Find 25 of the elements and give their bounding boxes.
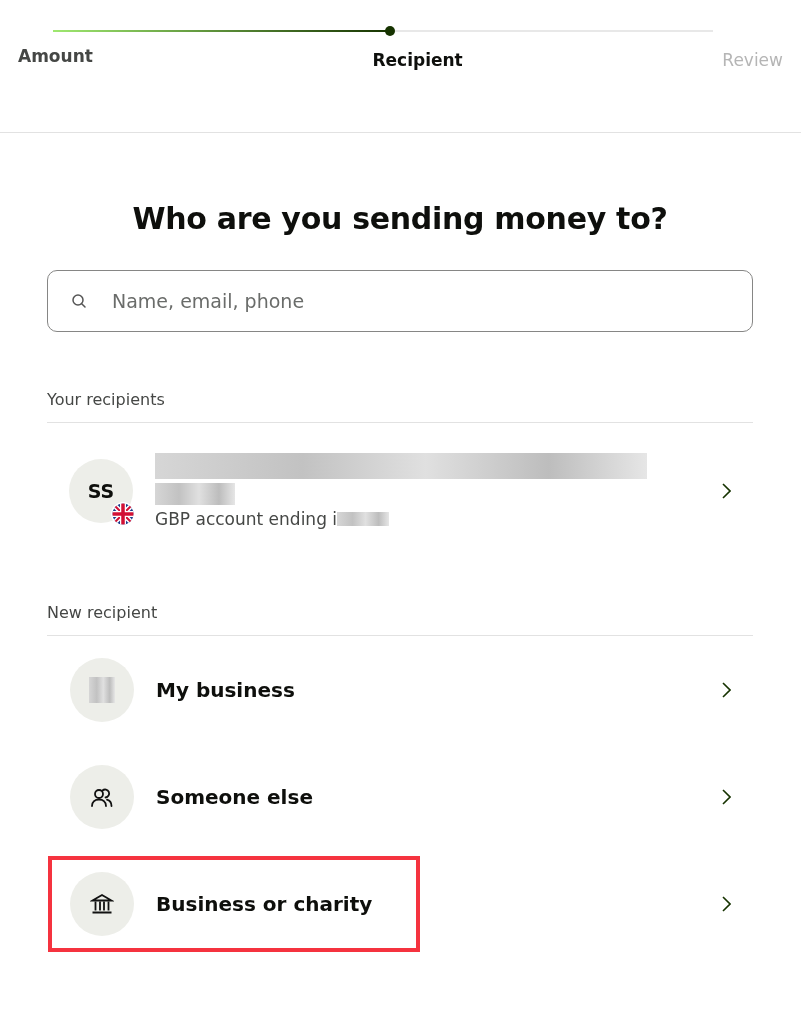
section-heading: New recipient bbox=[47, 603, 159, 624]
option-row[interactable]: My business bbox=[48, 641, 420, 738]
chevron-icon bbox=[721, 483, 731, 499]
chevron-icon bbox=[721, 681, 731, 698]
recipient-row[interactable]: SS GBP account ending i bbox=[47, 453, 753, 529]
bank-icon bbox=[90, 891, 114, 916]
section-heading: Your recipients bbox=[47, 390, 166, 411]
chevron-icon bbox=[721, 788, 731, 805]
option-row[interactable]: Someone else bbox=[48, 748, 420, 845]
option-label: My business bbox=[156, 677, 295, 702]
search-field[interactable]: Name, email, phone bbox=[47, 270, 753, 332]
option-label: Someone else bbox=[156, 784, 313, 809]
option-label: Business or charity bbox=[156, 891, 373, 916]
step-label: Review bbox=[722, 50, 783, 70]
redacted-block bbox=[337, 512, 390, 526]
avatar-initials: SS bbox=[87, 480, 115, 502]
redacted-block bbox=[89, 676, 115, 703]
account-detail: GBP account ending i bbox=[155, 509, 338, 529]
page-heading: Who are you sending money to? bbox=[131, 201, 669, 236]
option-row[interactable]: Business or charity bbox=[48, 855, 420, 952]
progress-dot bbox=[384, 26, 395, 36]
step-label: Recipient bbox=[371, 50, 463, 70]
chevron-icon bbox=[721, 895, 731, 912]
search-icon bbox=[71, 293, 87, 309]
step-label: Amount bbox=[18, 46, 93, 68]
